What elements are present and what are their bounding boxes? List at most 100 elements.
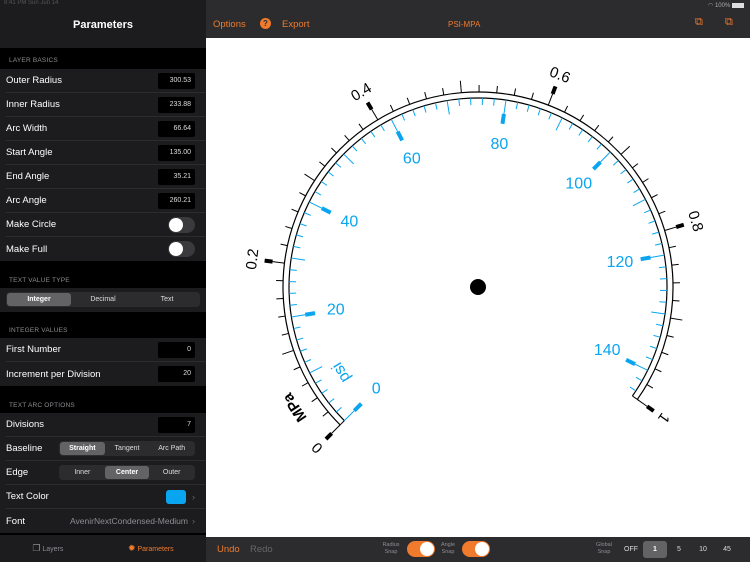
psi-major-tick-cap [320,206,332,215]
psi-major-tick [390,118,399,132]
copy-layer-icon[interactable]: ⧉ [695,16,703,29]
divisions-field[interactable]: 7 [158,416,195,433]
psi-minor-tick [526,104,530,112]
psi-minor-tick [652,231,659,235]
section-text-arc-options: TEXT ARC OPTIONS [9,402,75,409]
segment-straight[interactable]: Straight [60,442,105,455]
battery-icon [732,2,744,8]
top-toolbar: ◠ 100% Options ? Export PSI-MPA ⧉ ⧉ [206,0,750,38]
psi-minor-tick [321,388,328,394]
snap-45[interactable]: 45 [715,541,739,558]
psi-minor-tick [291,257,306,261]
increment-field[interactable]: 20 [158,366,195,382]
mpa-minor-tick [358,123,364,130]
psi-major-tick-cap [640,255,651,262]
mpa-unit-label: MPa [279,389,311,425]
tab-layers[interactable]: ❐ Layers [32,543,63,554]
psi-minor-tick [649,345,657,349]
mpa-minor-tick [668,245,676,249]
text-color-swatch[interactable] [166,489,186,504]
mpa-minor-tick [311,397,318,403]
mpa-major-tick [331,424,341,434]
mpa-minor-tick [607,136,614,143]
mpa-minor-tick [301,382,309,387]
help-button[interactable]: ? [260,18,271,29]
sidebar-title: Parameters [0,0,206,48]
row-label: Make Full [6,243,48,255]
psi-minor-tick [659,301,667,303]
options-button[interactable]: Options [213,19,246,30]
angle-snap-toggle[interactable] [462,541,490,557]
arc-angle-field[interactable]: 260.21 [158,192,195,209]
mpa-minor-tick [666,334,674,338]
mpa-minor-tick [632,163,639,169]
segment-tangent[interactable]: Tangent [105,442,150,455]
mpa-minor-tick [285,225,293,230]
mpa-major-tick [371,109,379,120]
psi-minor-tick [327,171,334,177]
text-arc-options-group: Divisions 7 Baseline Straight Tangent Arc… [0,413,206,533]
start-angle-field[interactable]: 135.00 [158,144,195,161]
edge-segmented: Inner Center Outer [59,465,195,480]
outer-radius-field[interactable]: 300.53 [158,72,195,89]
psi-minor-tick [300,348,308,352]
snap-1[interactable]: 1 [643,541,667,558]
psi-major-tick [344,410,355,421]
make-full-toggle[interactable] [168,241,195,257]
row-label: Edge [6,467,29,478]
psi-minor-tick [299,223,307,227]
psi-label: 120 [607,254,634,271]
paste-layer-icon[interactable]: ⧉ [725,16,733,29]
mpa-minor-tick [564,105,569,113]
psi-major-tick [503,100,507,115]
psi-minor-tick [423,105,427,113]
radius-snap-label: Radius Snap [382,542,400,555]
mpa-minor-tick [579,114,585,122]
make-circle-row: Make Circle [6,213,206,237]
snap-off[interactable]: OFF [619,541,643,558]
gauge-canvas[interactable]: 0 0.2 0.4 0.6 0.8 1 0 20 40 60 80 100 120 140 MPa psi [206,38,750,537]
psi-minor-tick [645,356,653,361]
section-text-value-type: TEXT VALUE TYPE [9,277,70,284]
segment-decimal[interactable]: Decimal [71,293,135,306]
font-row[interactable]: Font AvenirNextCondensed-Medium › [6,509,206,533]
mpa-label: 0.6 [547,64,573,87]
make-circle-toggle[interactable] [168,216,195,233]
arc-angle-row: Arc Angle 260.21 [6,189,206,213]
gear-icon: ✹ [127,543,136,553]
tab-parameters[interactable]: ✹ Parameters [128,543,174,554]
first-number-field[interactable]: 0 [158,341,195,358]
export-button[interactable]: Export [282,19,309,30]
psi-minor-tick [612,160,619,166]
inner-radius-field[interactable]: 233.88 [158,96,195,113]
radius-snap-toggle[interactable] [407,541,435,557]
mpa-minor-tick [442,88,445,96]
psi-minor-tick [458,98,461,106]
mpa-minor-tick [331,147,337,154]
segment-inner[interactable]: Inner [60,466,105,479]
mpa-minor-tick [671,263,679,266]
mpa-label: 0.2 [243,248,262,271]
undo-button[interactable]: Undo [217,544,240,555]
mpa-minor-tick [291,208,299,213]
segment-arc-path[interactable]: Arc Path [149,442,194,455]
segment-integer[interactable]: Integer [7,293,71,306]
psi-minor-tick [296,234,304,238]
row-label: Arc Width [6,123,48,134]
chevron-right-icon: › [192,516,195,526]
snap-5[interactable]: 5 [667,541,691,558]
psi-minor-tick [289,304,297,306]
arc-width-field[interactable]: 66.64 [158,120,195,137]
psi-label: 100 [565,176,592,193]
row-label: Make Circle [6,219,57,230]
text-color-row[interactable]: Text Color › [6,485,206,509]
end-angle-field[interactable]: 35.21 [158,168,195,185]
row-label: Inner Radius [6,99,60,110]
redo-button[interactable]: Redo [250,544,273,555]
segment-outer[interactable]: Outer [149,466,194,479]
snap-10[interactable]: 10 [691,541,715,558]
mpa-label: 1 [654,410,673,427]
psi-minor-tick [360,138,367,145]
segment-text[interactable]: Text [135,293,199,306]
segment-center[interactable]: Center [104,466,150,479]
